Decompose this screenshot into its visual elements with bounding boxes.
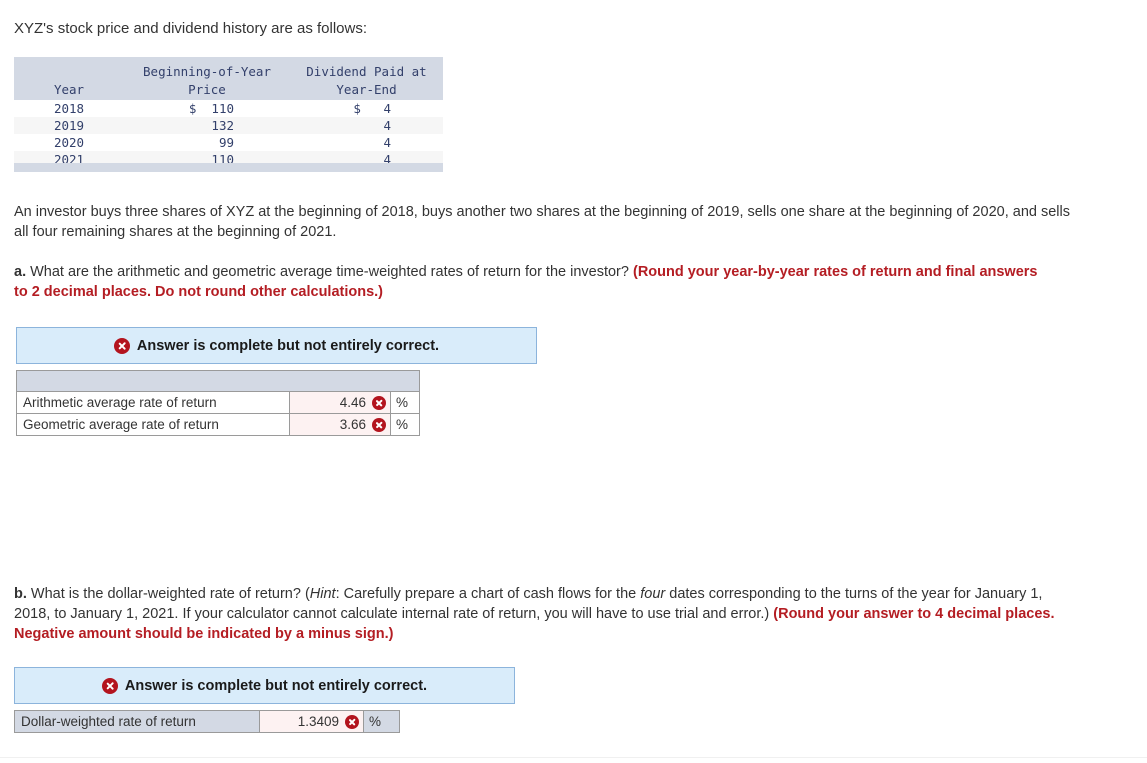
question-b-hint-word: Hint bbox=[309, 586, 336, 602]
table-row: Arithmetic average rate of return 4.46 % bbox=[16, 391, 420, 414]
x-circle-icon bbox=[372, 395, 386, 410]
table-row: 2019 132 4 bbox=[14, 117, 443, 134]
answer-value-geometric-inner: 3.66 bbox=[296, 417, 386, 432]
answer-status-banner-a: Answer is complete but not entirely corr… bbox=[16, 327, 537, 364]
x-circle-icon bbox=[372, 417, 386, 432]
stock-history-table-wrapper: Beginning-of-Year Dividend Paid at Year … bbox=[14, 57, 443, 168]
answer-value-arithmetic-number: 4.46 bbox=[339, 395, 366, 410]
cell-year: 2019 bbox=[14, 117, 124, 134]
stock-history-table: Beginning-of-Year Dividend Paid at Year … bbox=[14, 57, 443, 168]
answer-table-a-body: Arithmetic average rate of return 4.46 %… bbox=[16, 370, 420, 436]
answer-unit-dollar-weighted: % bbox=[363, 710, 400, 733]
answer-table-a-header-row bbox=[16, 370, 420, 392]
question-b-text-1: What is the dollar-weighted rate of retu… bbox=[26, 586, 310, 602]
stock-history-table-body: 2018 $ 110 $ 4 2019 132 4 2020 99 4 2021… bbox=[14, 100, 443, 168]
header-dividend-line1: Dividend Paid at bbox=[290, 57, 443, 79]
x-circle-icon bbox=[345, 714, 359, 729]
x-circle-icon bbox=[113, 337, 130, 354]
stock-history-table-head: Beginning-of-Year Dividend Paid at Year … bbox=[14, 57, 443, 100]
answer-value-dollar-weighted[interactable]: 1.3409 bbox=[259, 710, 364, 733]
table-row: 2018 $ 110 $ 4 bbox=[14, 100, 443, 117]
table-row: Geometric average rate of return 3.66 % bbox=[16, 413, 420, 436]
answer-table-b-body: Dollar-weighted rate of return 1.3409 % bbox=[14, 710, 400, 733]
question-b-text-2: : Carefully prepare a chart of cash flow… bbox=[335, 586, 641, 602]
cell-price: 99 bbox=[124, 134, 290, 151]
bottom-divider bbox=[0, 757, 1147, 758]
answer-value-dollar-weighted-inner: 1.3409 bbox=[266, 714, 359, 729]
answer-value-geometric-number: 3.66 bbox=[339, 417, 366, 432]
investor-paragraph: An investor buys three shares of XYZ at … bbox=[14, 204, 1070, 240]
answer-label-arithmetic: Arithmetic average rate of return bbox=[16, 391, 290, 414]
answer-value-arithmetic[interactable]: 4.46 bbox=[289, 391, 391, 414]
question-a-text: What are the arithmetic and geometric av… bbox=[26, 264, 633, 280]
cell-dividend: 4 bbox=[290, 117, 443, 134]
cell-price: 132 bbox=[124, 117, 290, 134]
header-blank bbox=[14, 57, 124, 79]
stock-history-table-footer-bar bbox=[14, 163, 443, 172]
answer-unit-geometric: % bbox=[390, 413, 420, 436]
answer-value-geometric[interactable]: 3.66 bbox=[289, 413, 391, 436]
cell-dividend: 4 bbox=[290, 134, 443, 151]
answer-label-dollar-weighted: Dollar-weighted rate of return bbox=[14, 710, 260, 733]
question-b-paragraph: b. What is the dollar-weighted rate of r… bbox=[14, 584, 1064, 644]
answer-table-a-header-cell bbox=[16, 370, 420, 392]
answer-value-dollar-weighted-number: 1.3409 bbox=[297, 714, 339, 729]
table-row: 2020 99 4 bbox=[14, 134, 443, 151]
answer-label-geometric: Geometric average rate of return bbox=[16, 413, 290, 436]
answer-status-text-b: Answer is complete but not entirely corr… bbox=[124, 677, 428, 694]
table-header-row-top: Beginning-of-Year Dividend Paid at bbox=[14, 57, 443, 79]
cell-dividend: $ 4 bbox=[290, 100, 443, 117]
answer-status-banner-b: Answer is complete but not entirely corr… bbox=[14, 667, 515, 704]
cell-year: 2018 bbox=[14, 100, 124, 117]
header-price-line1: Beginning-of-Year bbox=[124, 57, 290, 79]
answer-status-text-a: Answer is complete but not entirely corr… bbox=[136, 337, 440, 354]
answer-value-arithmetic-inner: 4.46 bbox=[296, 395, 386, 410]
header-year: Year bbox=[14, 79, 124, 100]
question-page: XYZ's stock price and dividend history a… bbox=[0, 0, 1147, 763]
cell-price: $ 110 bbox=[124, 100, 290, 117]
intro-text: XYZ's stock price and dividend history a… bbox=[14, 20, 368, 37]
question-a-label: a. bbox=[14, 264, 27, 280]
table-header-row-bottom: Year Price Year-End bbox=[14, 79, 443, 100]
header-price-line2: Price bbox=[124, 79, 290, 100]
answer-table-b: Dollar-weighted rate of return 1.3409 % bbox=[14, 710, 400, 733]
question-b-four: four bbox=[640, 586, 666, 602]
question-b-label: b. bbox=[14, 586, 27, 602]
x-circle-icon bbox=[101, 677, 118, 694]
header-dividend-line2: Year-End bbox=[290, 79, 443, 100]
cell-year: 2020 bbox=[14, 134, 124, 151]
answer-unit-arithmetic: % bbox=[390, 391, 420, 414]
answer-table-a: Arithmetic average rate of return 4.46 %… bbox=[16, 370, 420, 436]
table-row: Dollar-weighted rate of return 1.3409 % bbox=[14, 710, 400, 733]
question-a-paragraph: a. What are the arithmetic and geometric… bbox=[14, 262, 1054, 302]
